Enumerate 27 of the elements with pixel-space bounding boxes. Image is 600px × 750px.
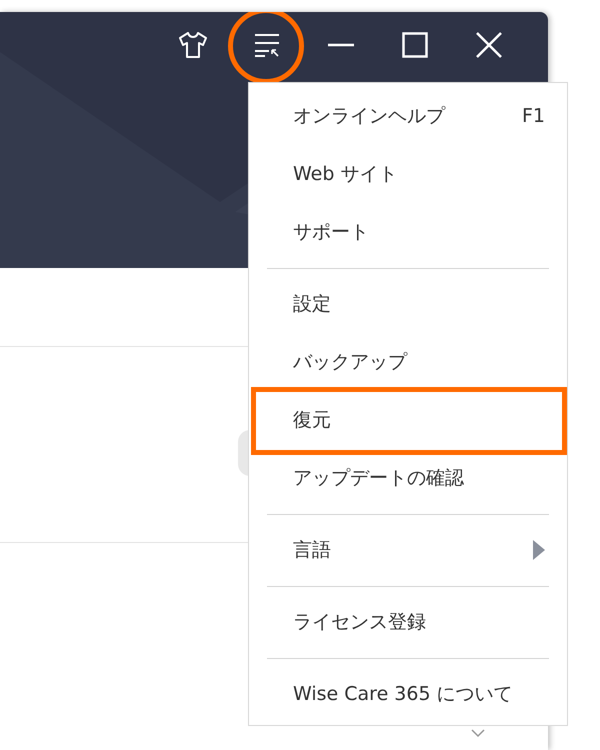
chevron-down-icon[interactable] <box>470 728 486 738</box>
menu-item-label: ライセンス登録 <box>293 610 426 635</box>
menu-item-label: Wise Care 365 について <box>293 682 513 707</box>
menu-item[interactable]: サポート <box>249 203 567 261</box>
menu-item[interactable]: 設定 <box>249 275 567 333</box>
menu-item-label: 言語 <box>293 538 331 563</box>
menu-item[interactable]: ライセンス登録 <box>249 593 567 651</box>
menu-item-label: サポート <box>293 220 369 245</box>
menu-item-label: Web サイト <box>293 162 398 187</box>
menu-item-label: 復元 <box>293 408 331 433</box>
menu-item-label: バックアップ <box>293 350 407 375</box>
menu-item[interactable]: オンラインヘルプ F1 <box>249 87 567 145</box>
shirt-icon <box>178 31 208 59</box>
menu-item-label: 設定 <box>293 292 331 317</box>
menu-icon <box>253 32 281 58</box>
menu-item[interactable]: 復元 <box>249 391 567 449</box>
menu-item[interactable]: バックアップ <box>249 333 567 391</box>
minimize-icon <box>328 43 354 47</box>
menu-item-label: アップデートの確認 <box>293 466 464 491</box>
menu-item[interactable]: Wise Care 365 について <box>249 665 567 723</box>
maximize-icon <box>402 32 428 58</box>
menu-item[interactable]: アップデートの確認 <box>249 449 567 507</box>
menu-item-label: オンラインヘルプ <box>293 104 445 129</box>
shortcut-label: F1 <box>522 104 545 129</box>
menu-item[interactable]: 言語 <box>249 521 567 579</box>
menu-item[interactable]: Web サイト <box>249 145 567 203</box>
close-icon <box>476 32 502 58</box>
